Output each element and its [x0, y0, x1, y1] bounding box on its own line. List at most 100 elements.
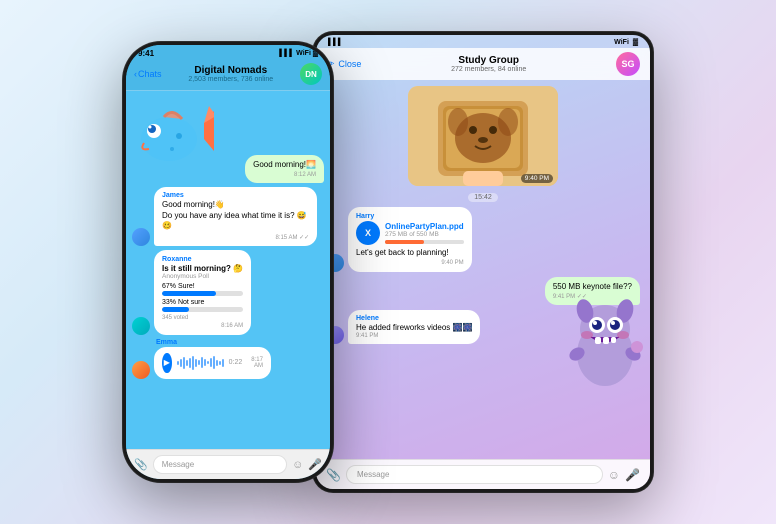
image-time: 9:40 PM [521, 174, 553, 183]
poll-option-2: 33% Not sure [162, 299, 243, 312]
poll-bubble: Roxanne Is it still morning? 🤔 Anonymous… [154, 250, 251, 335]
helene-sender-name: Helene [356, 315, 472, 322]
tablet-mic-icon[interactable]: 🎤 [625, 468, 640, 482]
harry-file-bubble: Harry X OnlinePartyPlan.ppd 275 MB of 55… [348, 207, 472, 272]
message-text: Good morning!🌅 [253, 160, 316, 170]
file-name: OnlinePartyPlan.ppd [385, 222, 464, 231]
play-button[interactable]: ▶ [162, 353, 172, 373]
poll-bar-bg [162, 291, 243, 296]
back-button[interactable]: ‹ Chats [134, 69, 162, 79]
harry-message-time: 9:40 PM [356, 260, 464, 266]
file-progress-bg [385, 240, 464, 244]
file-icon: X [356, 221, 380, 245]
poll-time: 8:16 AM [162, 323, 243, 329]
keynote-text: 550 MB keynote file?? [553, 282, 632, 292]
message-time: 8:12 AM [253, 172, 316, 178]
battery-icon: ▓ [313, 50, 318, 57]
tablet-battery-icon: ▓ [633, 39, 638, 46]
wifi-icon: WiFi [296, 50, 311, 57]
harry-message-row: Harry X OnlinePartyPlan.ppd 275 MB of 55… [326, 207, 640, 272]
helene-message-time: 9:41 PM [356, 333, 472, 339]
phone-device: 9:41 ▌▌▌ WiFi ▓ ‹ Chats Digital Nomads 2… [123, 42, 333, 482]
tablet-status-bar: ▌▌▌ WiFi ▓ [316, 35, 650, 48]
roxanne-avatar [132, 317, 150, 335]
harry-sender-name: Harry [356, 213, 464, 220]
message-james-morning: Good morning!🌅 8:12 AM [245, 155, 324, 183]
tablet-header: ✏ Close Study Group 272 members, 84 onli… [316, 48, 650, 80]
message-row-poll: Roxanne Is it still morning? 🤔 Anonymous… [132, 250, 324, 335]
back-label: Chats [138, 69, 162, 79]
poll-option-label: 67% Sure! [162, 283, 243, 290]
chevron-left-icon: ‹ [134, 69, 137, 79]
file-size: 275 MB of 550 MB [385, 231, 464, 238]
message-text: Good morning!👋Do you have any idea what … [162, 200, 309, 231]
monster-sticker [565, 299, 645, 389]
poll-sender: Roxanne [162, 256, 243, 263]
phone-chat-avatar[interactable]: DN [300, 63, 322, 85]
tablet-chat-subtitle: 272 members, 84 online [369, 66, 608, 73]
tablet-chat-title: Study Group [369, 55, 608, 66]
phone-message-input[interactable]: Message [153, 455, 287, 474]
tablet-signal-icon: ▌▌▌ [328, 39, 343, 46]
phone-screen: 9:41 ▌▌▌ WiFi ▓ ‹ Chats Digital Nomads 2… [126, 45, 330, 479]
helene-message-text: He added fireworks videos 🎆🎆 [356, 323, 472, 333]
audio-waveform [177, 355, 224, 371]
poll-option-1: 67% Sure! [162, 283, 243, 296]
emma-avatar [132, 361, 150, 379]
poll-question: Is it still morning? 🤔 [162, 264, 243, 273]
phone-status-bar: 9:41 ▌▌▌ WiFi ▓ [126, 45, 330, 60]
phone-input-bar: 📎 Message ☺ 🎤 [126, 449, 330, 479]
toast-image [408, 86, 558, 186]
tablet-wifi-icon: WiFi [614, 39, 629, 46]
sender-name: James [162, 192, 309, 199]
poll-bar-fill [162, 291, 216, 296]
tablet-status-icons: WiFi ▓ [614, 39, 638, 46]
attach-icon[interactable]: 📎 [134, 458, 148, 471]
file-info: OnlinePartyPlan.ppd 275 MB of 550 MB [385, 222, 464, 244]
audio-time: 8:17 AM [251, 357, 263, 369]
phone-status-icons: ▌▌▌ WiFi ▓ [279, 50, 318, 57]
signal-icon: ▌▌▌ [279, 50, 294, 57]
poll-option-label: 33% Not sure [162, 299, 243, 306]
file-header: X OnlinePartyPlan.ppd 275 MB of 550 MB [356, 221, 464, 245]
audio-sender: Emma [156, 339, 292, 346]
tablet-input-bar: 📎 Message ☺ 🎤 [316, 459, 650, 489]
phone-time: 9:41 [138, 49, 154, 58]
file-progress-fill [385, 240, 424, 244]
tablet-emoji-icon[interactable]: ☺ [608, 468, 620, 482]
tablet-chat-avatar[interactable]: SG [616, 52, 640, 76]
audio-bubble: Emma ▶ [154, 339, 292, 379]
phone-chat-area: Good morning!🌅 8:12 AM James Good mornin… [126, 91, 330, 449]
tablet-message-input[interactable]: Message [346, 465, 603, 484]
poll-votes: 345 voted [162, 315, 243, 321]
poll-type: Anonymous Poll [162, 273, 243, 280]
close-button[interactable]: Close [338, 59, 361, 69]
helene-message: Helene He added fireworks videos 🎆🎆 9:41… [348, 310, 480, 344]
tablet-attach-icon[interactable]: 📎 [326, 468, 341, 482]
phone-chat-title: Digital Nomads [168, 65, 294, 76]
phone-chat-subtitle: 2,503 members, 736 online [168, 76, 294, 83]
tablet-chat-area: 9:40 PM 15:42 Harry X OnlinePartyPlan.pp… [316, 80, 650, 459]
james-avatar [132, 228, 150, 246]
timestamp-1542: 15:42 [468, 193, 498, 202]
poll-bar-bg [162, 307, 243, 312]
fish-sticker [134, 101, 214, 171]
message-row-audio: Emma ▶ [132, 339, 324, 379]
tablet-header-center: Study Group 272 members, 84 online [369, 55, 608, 73]
toast-image-container: 9:40 PM [408, 86, 558, 188]
tablet-device: ▌▌▌ WiFi ▓ ✏ Close Study Group 272 membe… [313, 32, 653, 492]
audio-duration: 0:22 [229, 359, 243, 366]
phone-header: ‹ Chats Digital Nomads 2,503 members, 73… [126, 60, 330, 91]
message-james-reply: James Good morning!👋Do you have any idea… [154, 187, 317, 245]
message-time: 8:15 AM ✓✓ [162, 234, 309, 241]
emoji-icon[interactable]: ☺ [292, 459, 303, 471]
mic-icon[interactable]: 🎤 [308, 458, 322, 471]
tablet-input-placeholder: Message [357, 470, 389, 479]
harry-message-text: Let's get back to planning! [356, 248, 464, 258]
audio-message[interactable]: ▶ [154, 347, 271, 379]
message-row-james-reply: James Good morning!👋Do you have any idea… [132, 187, 324, 245]
input-placeholder: Message [162, 460, 194, 469]
poll-bar-fill [162, 307, 189, 312]
tablet-screen: ▌▌▌ WiFi ▓ ✏ Close Study Group 272 membe… [316, 35, 650, 489]
phone-header-center: Digital Nomads 2,503 members, 736 online [168, 65, 294, 83]
